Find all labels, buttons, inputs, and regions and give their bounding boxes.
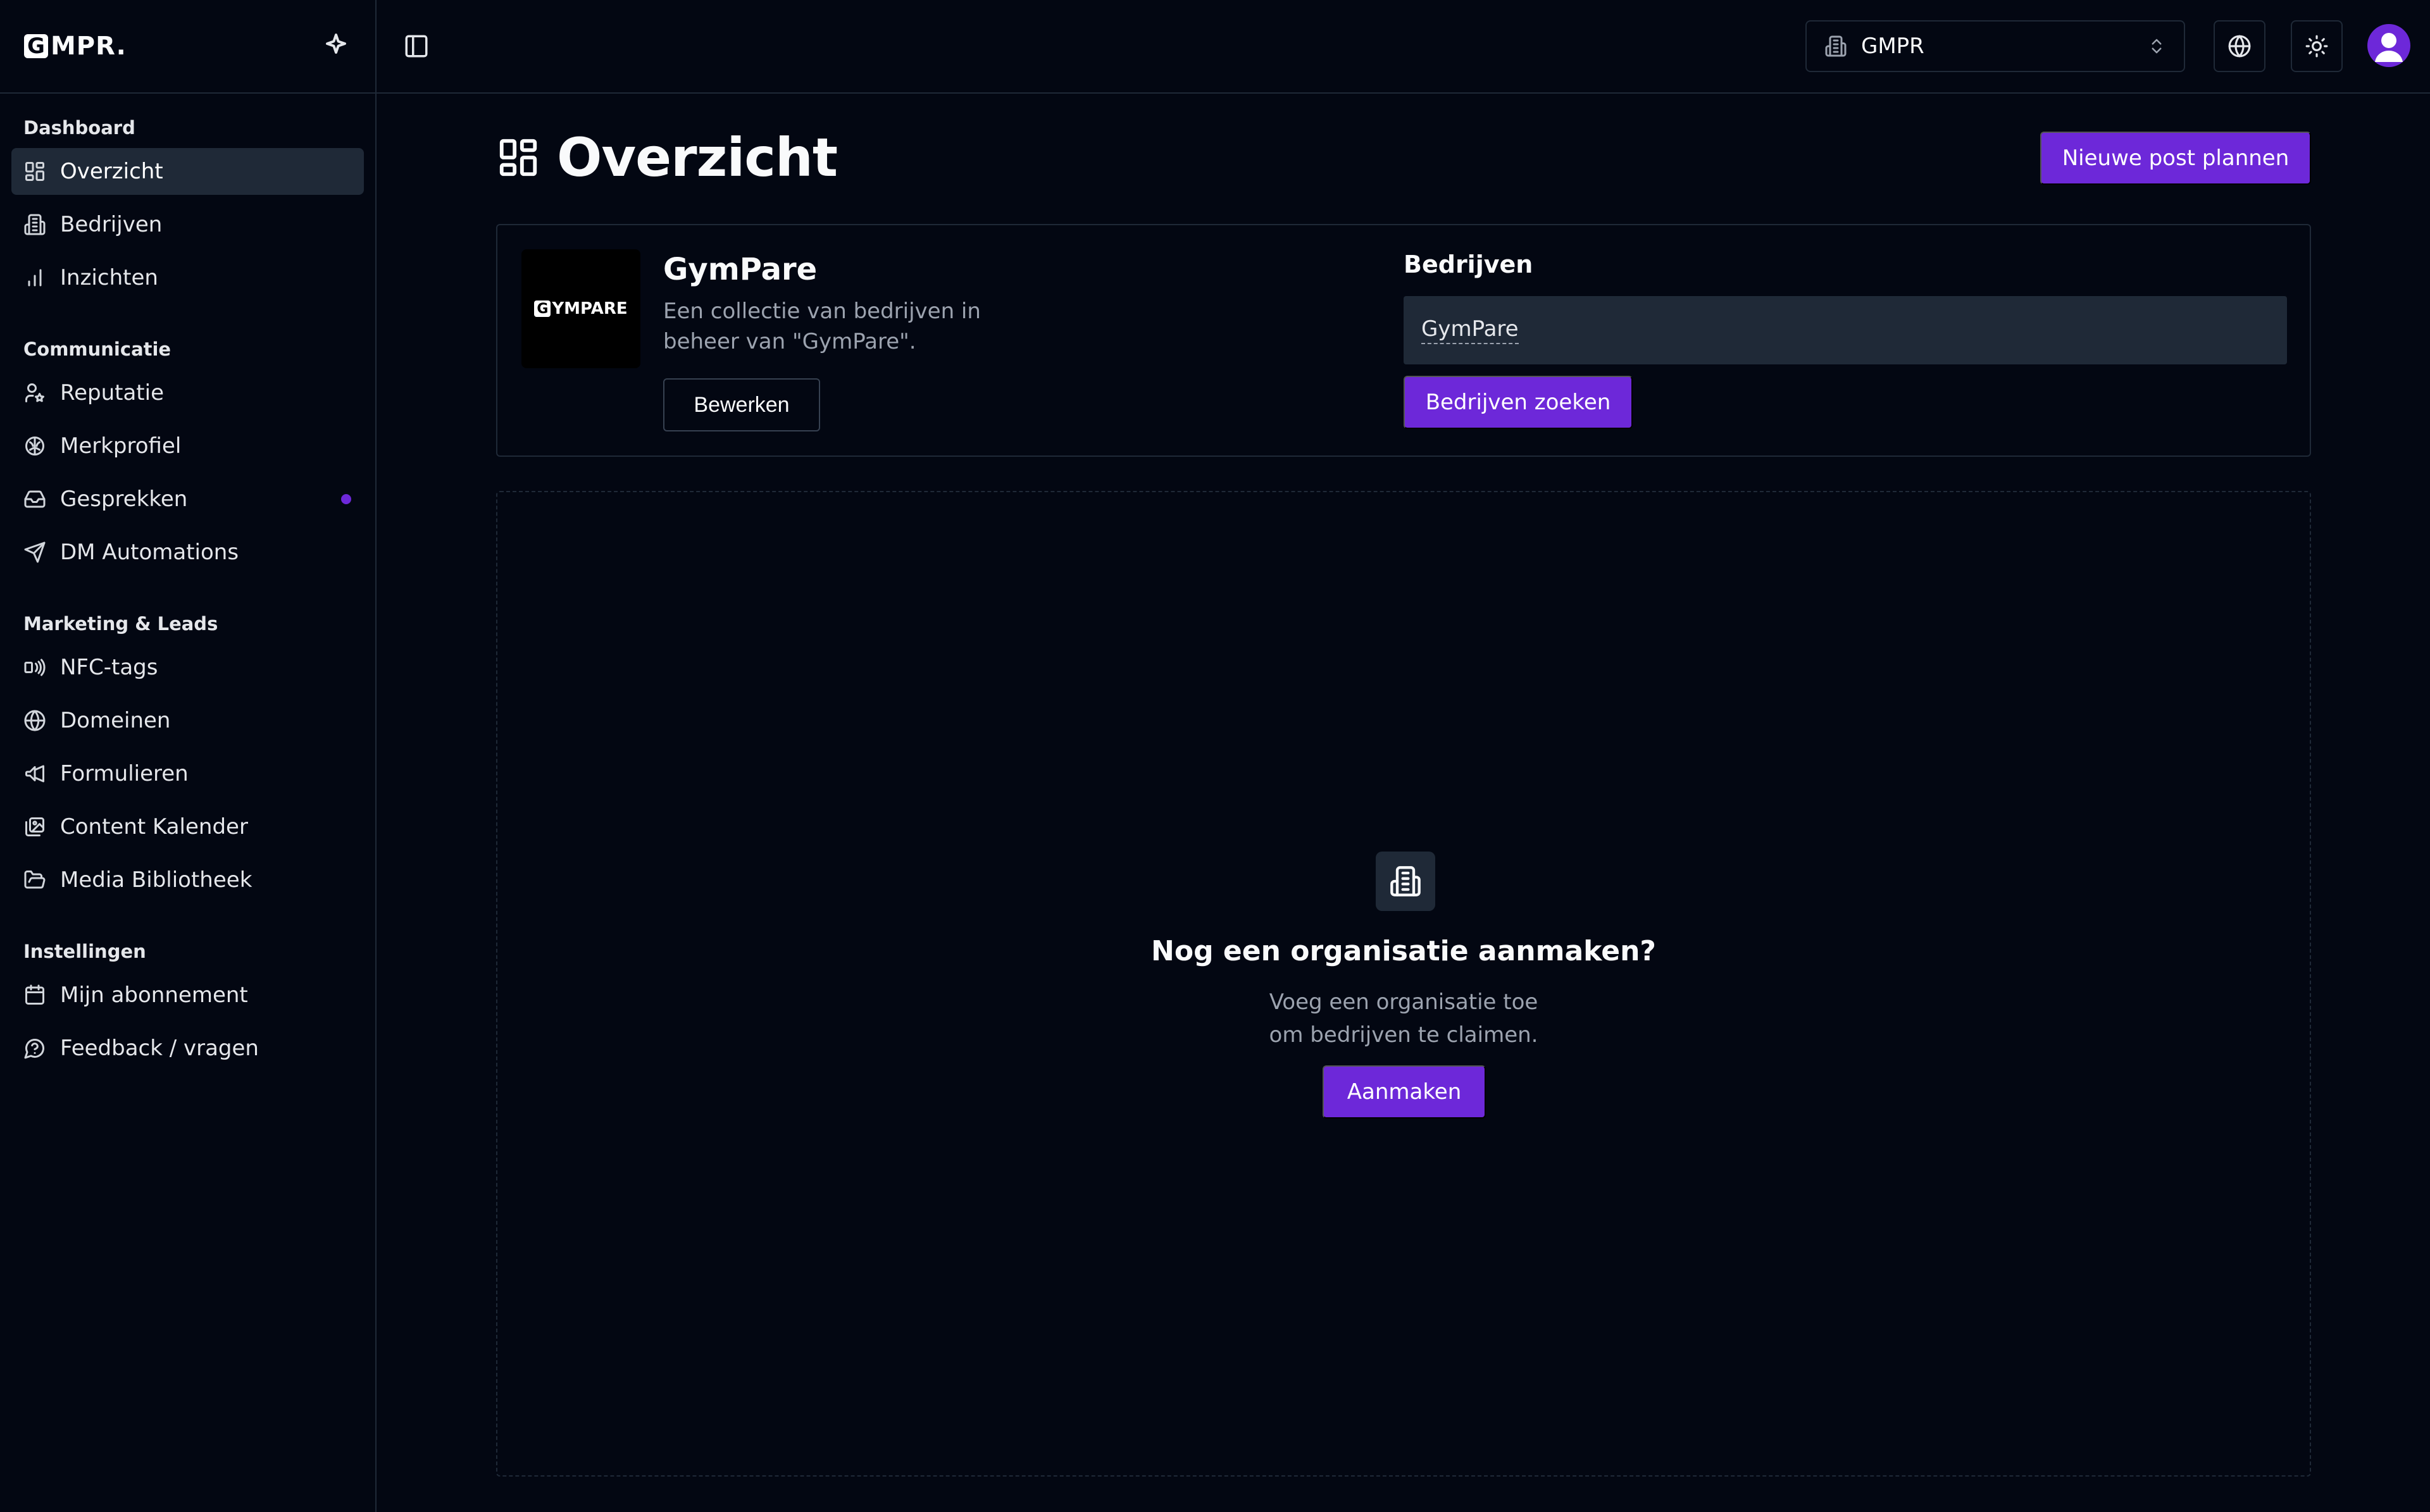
sidebar-item-label: Reputatie	[60, 380, 165, 406]
page-title: Overzicht	[496, 127, 838, 189]
logo-text: MPR.	[51, 32, 127, 61]
bar-chart-icon	[23, 266, 46, 289]
gympare-logo-text: YMPARE	[552, 299, 628, 318]
globe-icon	[23, 709, 46, 732]
page-title-row: Overzicht Nieuwe post plannen	[496, 127, 2311, 192]
nfc-icon	[23, 656, 46, 679]
sidebar-item-label: Domeinen	[60, 708, 171, 733]
empty-state-title: Nog een organisatie aanmaken?	[1151, 935, 1656, 967]
user-star-icon	[23, 381, 46, 404]
sidebar-toggle-icon[interactable]	[403, 33, 430, 59]
page-title-text: Overzicht	[557, 127, 838, 189]
inbox-icon	[23, 488, 46, 511]
companies-label: Bedrijven	[1404, 251, 1533, 278]
sidebar-item-content-kalender[interactable]: Content Kalender	[11, 803, 364, 850]
sidebar-item-formulieren[interactable]: Formulieren	[11, 750, 364, 797]
user-icon	[2375, 33, 2403, 62]
sidebar-item-merkprofiel[interactable]: Merkprofiel	[11, 423, 364, 469]
new-post-button[interactable]: Nieuwe post plannen	[2040, 132, 2311, 185]
building-icon	[23, 213, 46, 236]
empty-state-icon-box	[1376, 852, 1435, 911]
gympare-logo: G YMPARE	[534, 299, 628, 318]
sidebar-item-mijn-abonnement[interactable]: Mijn abonnement	[11, 972, 364, 1019]
nav-group-communicatie: Communicatie Reputatie Merkprofiel Gespr…	[11, 334, 364, 576]
sidebar-item-label: DM Automations	[60, 540, 239, 565]
companies-field-value: GymPare	[1421, 316, 1519, 344]
sidebar-item-label: Formulieren	[60, 761, 189, 786]
nav-group-title: Dashboard	[23, 117, 135, 139]
companies-field[interactable]: GymPare	[1404, 296, 2287, 364]
sidebar-item-media-bibliotheek[interactable]: Media Bibliotheek	[11, 857, 364, 903]
layout-grid-icon	[496, 135, 540, 180]
sparkle-icon[interactable]	[321, 31, 351, 61]
sidebar-item-bedrijven[interactable]: Bedrijven	[11, 201, 364, 248]
user-avatar[interactable]	[2367, 24, 2410, 67]
sidebar-item-label: Overzicht	[60, 159, 163, 184]
organization-card: G YMPARE GymPare Een collectie van bedri…	[496, 224, 2311, 457]
nav-group-instellingen: Instellingen Mijn abonnement Feedback / …	[11, 936, 364, 1072]
building-icon	[1824, 35, 1847, 58]
sidebar-item-label: Gesprekken	[60, 486, 188, 512]
create-organization-button[interactable]: Aanmaken	[1323, 1065, 1486, 1119]
empty-state-description: Voeg een organisatie toe om bedrijven te…	[497, 986, 2310, 1051]
app-logo[interactable]: G MPR.	[24, 32, 127, 61]
sidebar-item-label: Merkprofiel	[60, 433, 182, 459]
sidebar-item-feedback[interactable]: Feedback / vragen	[11, 1025, 364, 1072]
nav-group-marketing: Marketing & Leads NFC-tags Domeinen Form…	[11, 609, 364, 903]
sidebar-item-gesprekken[interactable]: Gesprekken	[11, 476, 364, 523]
edit-button[interactable]: Bewerken	[663, 378, 820, 431]
nav-group-dashboard: Dashboard Overzicht Bedrijven Inzichten	[11, 113, 364, 301]
topbar: GMPR	[377, 0, 2430, 94]
sidebar-item-label: Mijn abonnement	[60, 982, 248, 1008]
sidebar-nav: Dashboard Overzicht Bedrijven Inzichten …	[0, 94, 375, 1072]
sidebar-item-label: Media Bibliotheek	[60, 867, 252, 893]
empty-state-description-line: Voeg een organisatie toe	[1269, 989, 1538, 1015]
organization-logo: G YMPARE	[521, 249, 640, 368]
organization-select[interactable]: GMPR	[1805, 20, 2185, 72]
images-icon	[23, 815, 46, 838]
megaphone-icon	[23, 762, 46, 785]
brain-icon	[23, 435, 46, 457]
sidebar-item-label: Content Kalender	[60, 814, 248, 840]
sidebar-item-inzichten[interactable]: Inzichten	[11, 254, 364, 301]
organization-name: GymPare	[663, 252, 818, 287]
sidebar-item-dm-automations[interactable]: DM Automations	[11, 529, 364, 576]
nav-group-title: Communicatie	[23, 338, 171, 360]
sidebar-item-reputatie[interactable]: Reputatie	[11, 369, 364, 416]
search-companies-button[interactable]: Bedrijven zoeken	[1404, 376, 1633, 429]
organization-description: Een collectie van bedrijven in beheer va…	[663, 299, 981, 354]
empty-state: Nog een organisatie aanmaken? Voeg een o…	[496, 491, 2311, 1477]
sidebar-item-domeinen[interactable]: Domeinen	[11, 697, 364, 744]
globe-icon	[2228, 34, 2252, 58]
sun-icon	[2305, 34, 2329, 58]
sidebar-item-label: Bedrijven	[60, 212, 163, 237]
gympare-logo-mark: G	[534, 301, 551, 317]
chevrons-up-down-icon	[2147, 37, 2166, 56]
sidebar-item-label: Inzichten	[60, 265, 158, 290]
sidebar: G MPR. Dashboard Overzicht Bedrijven Inz…	[0, 0, 377, 1512]
organization-select-value: GMPR	[1861, 34, 1924, 59]
logo-mark: G	[24, 34, 48, 58]
nav-group-title: Instellingen	[23, 941, 146, 962]
sidebar-item-nfc-tags[interactable]: NFC-tags	[11, 644, 364, 691]
sidebar-header: G MPR.	[0, 0, 375, 94]
empty-state-description-line: om bedrijven te claimen.	[1269, 1022, 1538, 1048]
send-icon	[23, 541, 46, 564]
layout-grid-icon	[23, 160, 46, 183]
folder-open-icon	[23, 869, 46, 891]
sidebar-item-overzicht[interactable]: Overzicht	[11, 148, 364, 195]
nav-group-title: Marketing & Leads	[23, 613, 218, 635]
language-button[interactable]	[2214, 20, 2265, 72]
calendar-icon	[23, 984, 46, 1007]
unread-dot	[341, 494, 351, 504]
building-icon	[1389, 865, 1422, 898]
sidebar-item-label: Feedback / vragen	[60, 1036, 259, 1061]
theme-toggle-button[interactable]	[2291, 20, 2343, 72]
sidebar-item-label: NFC-tags	[60, 655, 158, 680]
help-circle-icon	[23, 1037, 46, 1060]
